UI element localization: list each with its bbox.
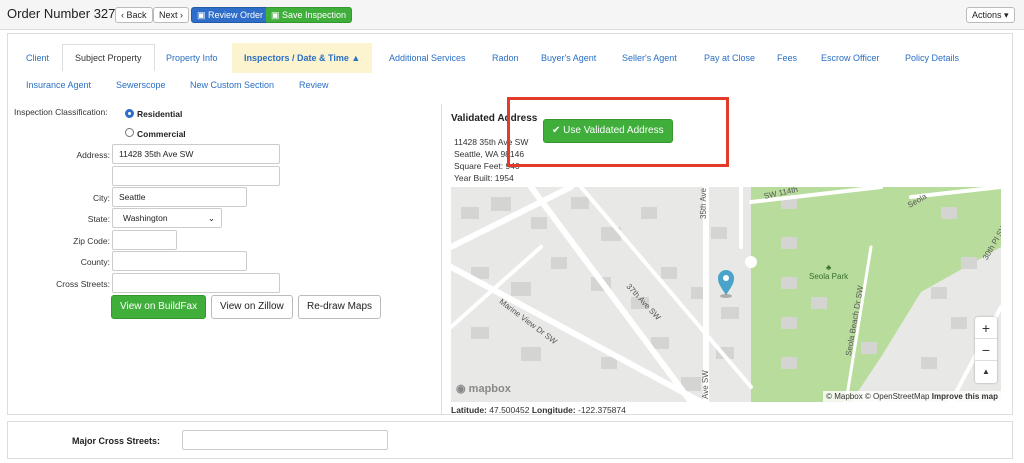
map-zoom-controls: + − ▲ xyxy=(975,317,997,383)
tab-additional-services[interactable]: Additional Services xyxy=(389,53,466,63)
commercial-label: Commercial xyxy=(137,129,186,139)
compass-button[interactable]: ▲ xyxy=(975,361,997,383)
tab-sewerscope[interactable]: Sewerscope xyxy=(116,80,166,90)
major-cross-streets-field[interactable] xyxy=(182,430,388,450)
coordinates-readout: Latitude: 47.500452 Longitude: -122.3758… xyxy=(451,405,626,415)
zoom-out-button[interactable]: − xyxy=(975,339,997,361)
tab-escrow-officer[interactable]: Escrow Officer xyxy=(821,53,879,63)
warning-icon: ▲ xyxy=(351,53,361,63)
address-field[interactable]: 11428 35th Ave SW xyxy=(112,144,280,164)
residential-radio[interactable] xyxy=(125,109,134,118)
park-area xyxy=(751,187,1001,402)
actions-dropdown[interactable]: Actions ▾ xyxy=(966,7,1015,23)
view-on-buildfax-button[interactable]: View on BuildFax xyxy=(111,295,207,319)
view-on-zillow-button[interactable]: View on Zillow xyxy=(211,295,293,319)
tab-subject-property[interactable]: Subject Property xyxy=(62,44,155,71)
zip-field[interactable] xyxy=(112,230,177,250)
tree-icon: ♣ xyxy=(825,263,832,272)
commercial-radio[interactable] xyxy=(125,128,134,137)
cul-de-sac xyxy=(745,256,757,268)
state-label: State: xyxy=(87,214,110,224)
improve-map-link[interactable]: Improve this map xyxy=(932,392,998,401)
save-inspection-button[interactable]: ▣ Save Inspection xyxy=(265,7,353,23)
mapbox-icon: ◉ xyxy=(456,383,466,395)
major-cross-streets-label: Major Cross Streets: xyxy=(72,436,161,446)
county-label: County: xyxy=(80,257,110,267)
column-divider xyxy=(441,104,442,414)
next-button[interactable]: Next › xyxy=(153,7,190,23)
tab-new-custom-section[interactable]: New Custom Section xyxy=(190,80,274,90)
top-toolbar: Order Number 327 ‹ Back Next › ▣ Review … xyxy=(0,0,1024,30)
city-label: City: xyxy=(93,193,110,203)
tab-inspectors-date-time[interactable]: Inspectors / Date & Time ▲ xyxy=(232,43,373,73)
tab-client[interactable]: Client xyxy=(26,53,49,63)
classification-label: Inspection Classification: xyxy=(14,107,108,117)
tab-insurance-agent[interactable]: Insurance Agent xyxy=(26,80,91,90)
tab-sellers-agent[interactable]: Seller's Agent xyxy=(622,53,677,63)
chevron-down-icon: ⌄ xyxy=(207,213,215,223)
back-button[interactable]: ‹ Back xyxy=(115,7,153,23)
tab-pay-at-close[interactable]: Pay at Close xyxy=(704,53,755,63)
tab-policy-details[interactable]: Policy Details xyxy=(905,53,959,63)
zip-label: Zip Code: xyxy=(73,236,110,246)
tab-radon[interactable]: Radon xyxy=(492,53,519,63)
map-label-seola-park: ♣ Seola Park xyxy=(809,263,849,281)
address-label: Address: xyxy=(76,150,110,160)
cross-streets-field[interactable] xyxy=(112,273,280,293)
tab-buyers-agent[interactable]: Buyer's Agent xyxy=(541,53,596,63)
address-line2-field[interactable] xyxy=(112,166,280,186)
attribution-text[interactable]: © Mapbox © OpenStreetMap xyxy=(826,392,929,401)
zoom-in-button[interactable]: + xyxy=(975,317,997,339)
map-label-35th-ave-south: Ave SW xyxy=(701,370,710,399)
tab-property-info[interactable]: Property Info xyxy=(166,53,218,63)
map-view[interactable]: 35th Ave SW Ave SW Marine View Dr SW 37t… xyxy=(451,187,1001,402)
county-field[interactable] xyxy=(112,251,247,271)
cross-streets-label: Cross Streets: xyxy=(56,279,110,289)
residential-label: Residential xyxy=(137,109,183,119)
tab-review[interactable]: Review xyxy=(299,80,329,90)
highlight-box xyxy=(507,97,729,167)
map-label-35th-ave: 35th Ave SW xyxy=(699,187,708,219)
review-order-button[interactable]: ▣ Review Order xyxy=(191,7,270,23)
mapbox-logo[interactable]: ◉ mapbox xyxy=(456,382,511,395)
map-attribution: © Mapbox © OpenStreetMap Improve this ma… xyxy=(823,391,1001,402)
city-field[interactable]: Seattle xyxy=(112,187,247,207)
state-select[interactable]: Washington ⌄ xyxy=(112,208,222,228)
map-pin-icon[interactable] xyxy=(716,269,736,299)
tab-fees[interactable]: Fees xyxy=(777,53,797,63)
page-title: Order Number 327 xyxy=(7,6,116,21)
redraw-maps-button[interactable]: Re-draw Maps xyxy=(298,295,382,319)
validated-line-4: Year Built: 1954 xyxy=(454,173,514,183)
